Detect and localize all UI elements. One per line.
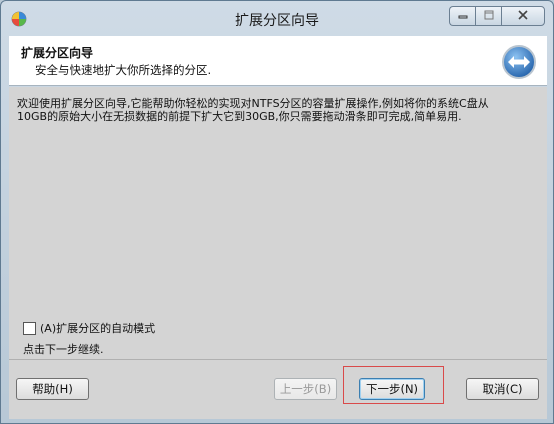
caption-buttons xyxy=(449,6,545,26)
close-button[interactable] xyxy=(501,6,545,26)
minimize-icon xyxy=(458,10,468,22)
wizard-body: 欢迎使用扩展分区向导,它能帮助你轻松的实现对NTFS分区的容量扩展操作,例如将你… xyxy=(9,87,547,359)
maximize-button[interactable] xyxy=(475,6,501,26)
button-bar: 帮助(H) 上一步(B) 下一步(N) 取消(C) xyxy=(9,359,547,419)
wizard-header: 扩展分区向导 安全与快速地扩大你所选择的分区. xyxy=(9,36,547,86)
minimize-button[interactable] xyxy=(449,6,475,26)
wizard-window: 扩展分区向导 扩展分区向导 安全与快速地扩大你所选择的分区. 欢迎使用扩展分区向… xyxy=(0,0,554,424)
expand-arrows-icon xyxy=(501,44,537,80)
header-title: 扩展分区向导 xyxy=(21,46,94,60)
intro-text: 欢迎使用扩展分区向导,它能帮助你轻松的实现对NTFS分区的容量扩展操作,例如将你… xyxy=(17,97,489,123)
back-button[interactable]: 上一步(B) xyxy=(274,378,337,400)
next-button[interactable]: 下一步(N) xyxy=(359,378,425,400)
cancel-button[interactable]: 取消(C) xyxy=(466,378,539,400)
help-button[interactable]: 帮助(H) xyxy=(16,378,89,400)
auto-mode-checkbox[interactable] xyxy=(23,321,36,335)
title-bar[interactable]: 扩展分区向导 xyxy=(1,1,553,35)
auto-mode-label[interactable]: (A)扩展分区的自动模式 xyxy=(40,320,155,336)
maximize-icon xyxy=(484,10,494,22)
auto-mode-option[interactable]: (A)扩展分区的自动模式 xyxy=(23,320,155,336)
close-icon xyxy=(517,10,529,22)
continue-hint: 点击下一步继续. xyxy=(23,343,104,356)
header-subtitle: 安全与快速地扩大你所选择的分区. xyxy=(35,63,212,77)
